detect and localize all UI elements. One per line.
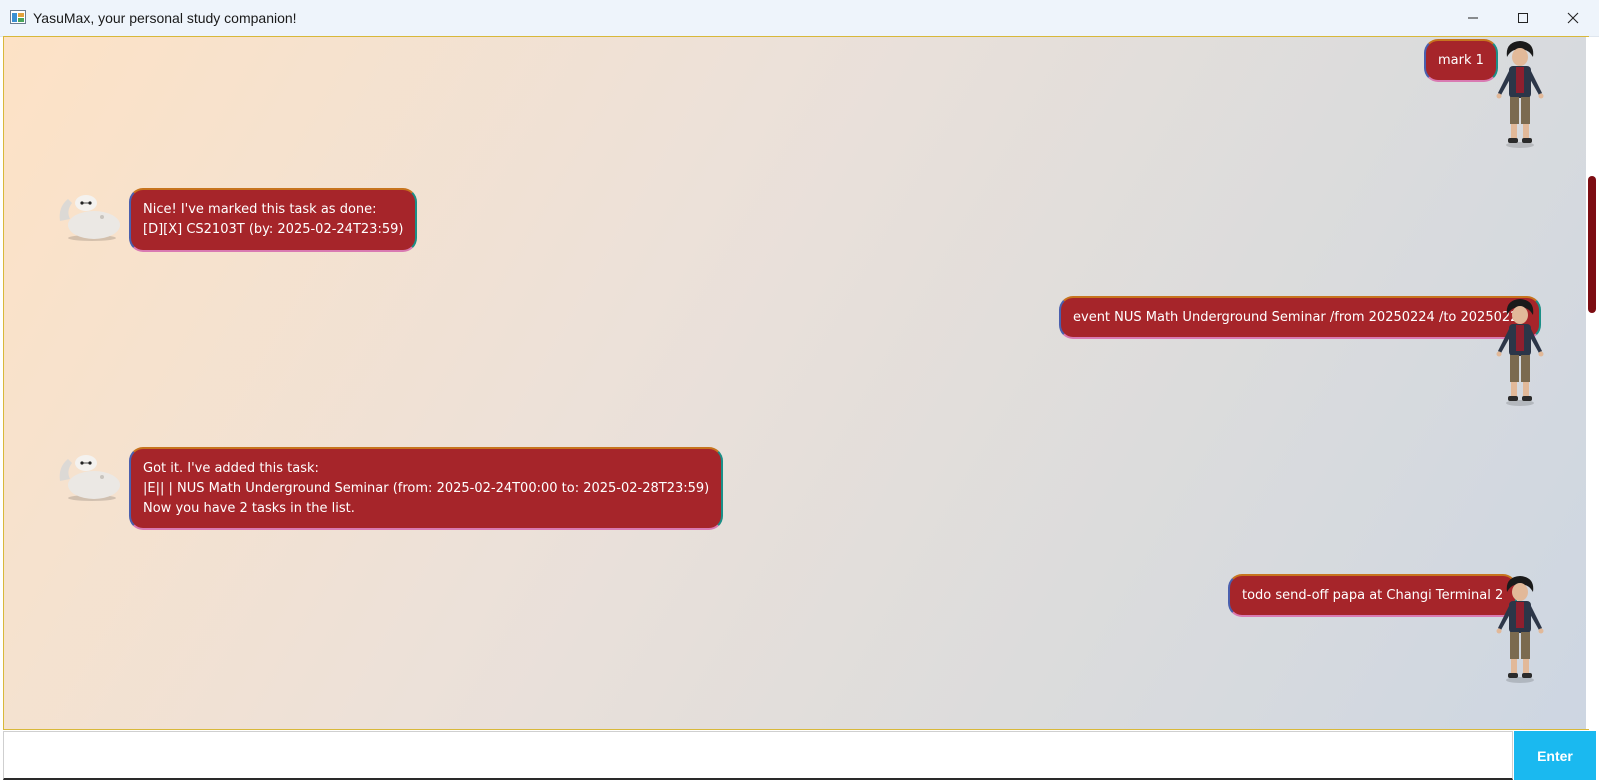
scrollbar-thumb[interactable] bbox=[1588, 176, 1596, 313]
message-line: todo send-off papa at Changi Terminal 2 bbox=[1242, 587, 1504, 603]
maximize-button[interactable] bbox=[1500, 0, 1546, 36]
message-line: event NUS Math Underground Seminar /from… bbox=[1073, 309, 1527, 325]
window-title: YasuMax, your personal study companion! bbox=[33, 10, 297, 26]
user-message-bubble: todo send-off papa at Changi Terminal 2 bbox=[1228, 574, 1518, 617]
message-line: Got it. I've added this task: bbox=[143, 460, 319, 476]
message-line: Now you have 2 tasks in the list. bbox=[143, 500, 355, 516]
maximize-icon bbox=[1518, 13, 1528, 23]
baymax-avatar bbox=[59, 195, 120, 241]
hiro-avatar bbox=[1496, 41, 1544, 148]
bot-message-bubble: Got it. I've added this task: |E|| | NUS… bbox=[129, 447, 724, 530]
title-bar: YasuMax, your personal study companion! bbox=[0, 0, 1599, 37]
app-window: YasuMax, your personal study companion! … bbox=[0, 0, 1599, 783]
message-line: Nice! I've marked this task as done: bbox=[143, 202, 377, 217]
bot-message-bubble: Nice! I've marked this task as done: [D]… bbox=[129, 188, 418, 252]
message-line: mark 1 bbox=[1438, 52, 1484, 68]
hiro-avatar bbox=[1496, 576, 1544, 683]
user-message-bubble: mark 1 bbox=[1424, 39, 1498, 82]
send-button[interactable]: Enter bbox=[1514, 731, 1596, 780]
hiro-avatar bbox=[1496, 299, 1544, 406]
message-line: |E|| | NUS Math Underground Seminar (fro… bbox=[143, 480, 710, 496]
message-line: [D][X] CS2103T (by: 2025-02-24T23:59) bbox=[143, 222, 404, 237]
java-app-icon bbox=[10, 10, 26, 24]
minimize-button[interactable] bbox=[1450, 0, 1496, 36]
dialog-container: mark 1 Nice! I've marked this task as do… bbox=[3, 36, 1589, 730]
vertical-scrollbar[interactable] bbox=[1586, 37, 1596, 729]
user-input-field[interactable] bbox=[3, 731, 1513, 780]
user-message-bubble: event NUS Math Underground Seminar /from… bbox=[1059, 296, 1541, 339]
close-icon bbox=[1567, 12, 1579, 24]
close-button[interactable] bbox=[1550, 0, 1596, 36]
input-bar: Enter bbox=[0, 730, 1599, 783]
baymax-avatar bbox=[59, 455, 120, 501]
minimize-icon bbox=[1468, 17, 1478, 19]
